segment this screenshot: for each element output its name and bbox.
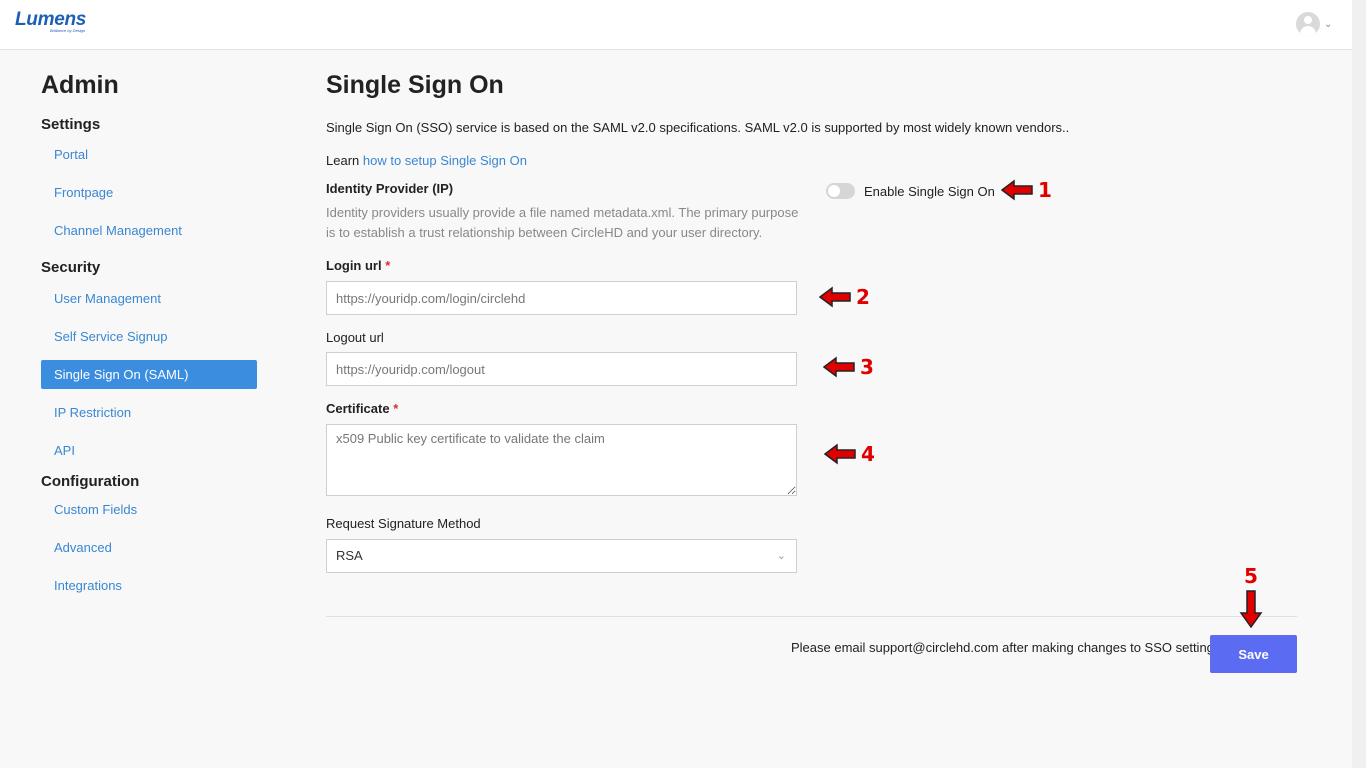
logo-tagline: Brilliance by Design [50, 28, 86, 33]
user-menu[interactable]: ⌄ [1296, 11, 1336, 37]
annotation-number: 4 [861, 442, 875, 466]
left-arrow-icon [823, 356, 855, 378]
enable-sso-toggle[interactable] [826, 183, 855, 199]
required-marker: * [385, 258, 391, 273]
sidebar-item-self-service-signup[interactable]: Self Service Signup [41, 322, 257, 351]
left-arrow-icon [819, 286, 851, 308]
login-url-label: Login url * [326, 258, 390, 273]
sidebar-item-channel-management[interactable]: Channel Management [41, 216, 257, 245]
signature-method-value: RSA [336, 548, 363, 563]
scrollbar[interactable] [1352, 0, 1366, 768]
identity-provider-title: Identity Provider (IP) [326, 181, 454, 196]
sso-settings-panel: Single Sign On Single Sign On (SSO) serv… [326, 68, 1297, 673]
support-note: Please email support@circlehd.com after … [791, 640, 1225, 655]
annotation-1: 1 [1001, 178, 1052, 202]
sidebar-item-integrations[interactable]: Integrations [41, 571, 257, 600]
lumens-logo[interactable]: Lumens Brilliance by Design [15, 9, 86, 33]
down-arrow-icon [1239, 590, 1263, 628]
left-arrow-icon [824, 443, 856, 465]
intro-text: Single Sign On (SSO) service is based on… [326, 120, 1070, 135]
admin-sidebar: Admin Settings Portal Frontpage Channel … [41, 68, 257, 600]
sidebar-item-single-sign-on[interactable]: Single Sign On (SAML) [41, 360, 257, 389]
user-avatar-icon [1296, 12, 1320, 36]
chevron-down-icon: ⌄ [776, 550, 786, 562]
required-marker: * [393, 401, 399, 416]
sidebar-item-custom-fields[interactable]: Custom Fields [41, 495, 257, 524]
annotation-number: 5 [1244, 564, 1258, 588]
annotation-5: 5 [1239, 564, 1263, 628]
annotation-2: 2 [819, 285, 870, 309]
setup-guide-link[interactable]: how to setup Single Sign On [363, 153, 527, 168]
certificate-textarea[interactable] [326, 424, 797, 496]
annotation-3: 3 [823, 355, 874, 379]
sidebar-item-ip-restriction[interactable]: IP Restriction [41, 398, 257, 427]
sidebar-section-configuration: Configuration [41, 473, 140, 490]
sidebar-section-security: Security [41, 259, 101, 276]
signature-method-label: Request Signature Method [326, 516, 481, 531]
identity-provider-description: Identity providers usually provide a fil… [326, 205, 799, 240]
certificate-label-text: Certificate [326, 401, 390, 416]
page-title: Single Sign On [326, 71, 504, 99]
chevron-down-icon: ⌄ [1324, 18, 1333, 30]
logout-url-label: Logout url [326, 330, 384, 345]
signature-method-select[interactable]: RSA ⌄ [326, 539, 797, 573]
sidebar-item-portal[interactable]: Portal [41, 140, 257, 169]
enable-sso-label: Enable Single Sign On [864, 183, 995, 199]
annotation-number: 2 [856, 285, 870, 309]
sidebar-item-user-management[interactable]: User Management [41, 284, 257, 313]
enable-sso-row: Enable Single Sign On [826, 183, 995, 199]
sidebar-section-settings: Settings [41, 116, 101, 133]
save-button[interactable]: Save [1210, 635, 1297, 673]
learn-line: Learn how to setup Single Sign On [326, 153, 527, 168]
divider [326, 616, 1297, 617]
annotation-4: 4 [824, 442, 875, 466]
sidebar-item-advanced[interactable]: Advanced [41, 533, 257, 562]
login-url-label-text: Login url [326, 258, 382, 273]
sidebar-title: Admin [41, 71, 119, 99]
sidebar-item-frontpage[interactable]: Frontpage [41, 178, 257, 207]
left-arrow-icon [1001, 179, 1033, 201]
annotation-number: 3 [860, 355, 874, 379]
top-bar: Lumens Brilliance by Design ⌄ [0, 0, 1352, 50]
learn-prefix: Learn [326, 153, 360, 168]
sidebar-item-api[interactable]: API [41, 436, 257, 465]
certificate-label: Certificate * [326, 401, 398, 416]
logout-url-input[interactable] [326, 352, 797, 386]
annotation-number: 1 [1038, 178, 1052, 202]
login-url-input[interactable] [326, 281, 797, 315]
